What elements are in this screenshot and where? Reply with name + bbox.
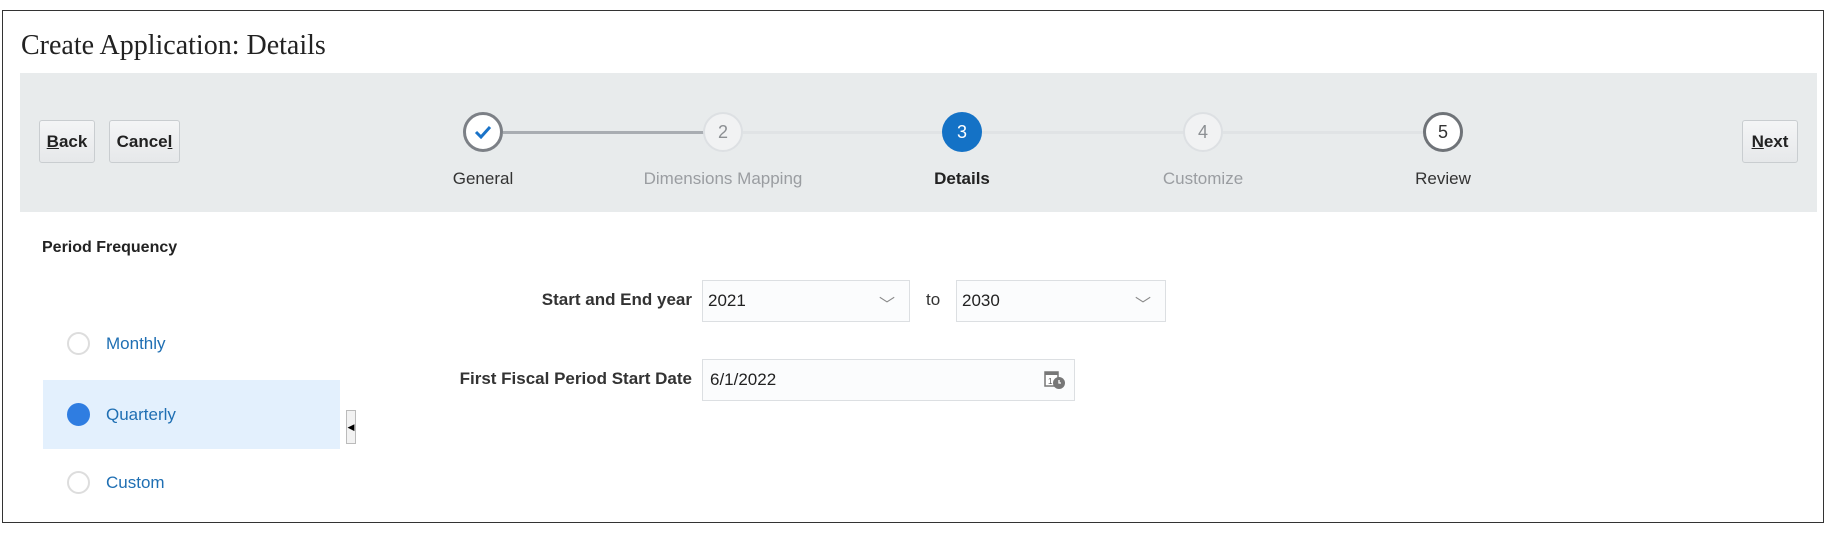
step-details: 3: [942, 112, 982, 152]
step-dimensions-mapping: 2: [703, 112, 743, 152]
step-connector: [982, 131, 1202, 134]
chevron-down-icon: ﹀: [1134, 297, 1151, 314]
radio-label: Custom: [106, 472, 165, 492]
step-label-dimensions-mapping: Dimensions Mapping: [643, 169, 803, 188]
back-mnemonic: B: [46, 131, 59, 151]
radio-monthly[interactable]: Monthly: [43, 309, 340, 378]
next-label: ext: [1763, 131, 1789, 151]
next-mnemonic: N: [1751, 131, 1764, 151]
period-frequency-heading: Period Frequency: [42, 239, 178, 256]
chevron-down-icon: ﹀: [878, 297, 895, 314]
step-connector: [743, 131, 963, 134]
cancel-mnemonic: l: [167, 131, 173, 151]
to-label: to: [926, 290, 941, 309]
start-date-input[interactable]: 6/1/2022 1: [702, 359, 1075, 401]
step-label-review[interactable]: Review: [1415, 169, 1471, 189]
start-year-value: 2021: [708, 291, 746, 310]
radio-circle[interactable]: [67, 471, 90, 494]
next-button[interactable]: Next: [1742, 120, 1798, 163]
back-button[interactable]: Back: [39, 120, 95, 163]
end-year-select[interactable]: 2030 ﹀: [956, 280, 1166, 322]
first-fiscal-date-label: First Fiscal Period Start Date: [459, 369, 692, 388]
step-label-customize: Customize: [1162, 169, 1244, 188]
step-connector: [1223, 131, 1443, 134]
svg-text:1: 1: [1048, 377, 1053, 386]
step-general[interactable]: [463, 112, 503, 152]
caret-left-icon: ◀: [347, 421, 355, 432]
cancel-label: Cance: [116, 131, 168, 151]
radio-label: Quarterly: [106, 404, 176, 424]
collapse-panel-handle[interactable]: ◀: [346, 410, 356, 444]
start-year-select[interactable]: 2021 ﹀: [702, 280, 910, 322]
radio-circle-selected[interactable]: [67, 403, 90, 426]
page-title: Create Application: Details: [21, 30, 326, 61]
step-customize: 4: [1183, 112, 1223, 152]
checkmark-icon: [474, 125, 492, 139]
cancel-button[interactable]: Cance l: [109, 120, 180, 163]
radio-custom[interactable]: Custom: [43, 448, 340, 517]
end-year-value: 2030: [962, 291, 1000, 310]
step-label-general[interactable]: General: [453, 169, 513, 189]
step-review[interactable]: 5: [1423, 112, 1463, 152]
radio-label: Monthly: [106, 333, 166, 353]
step-label-details: Details: [934, 169, 990, 188]
start-date-value: 6/1/2022: [710, 370, 777, 389]
radio-circle[interactable]: [67, 332, 90, 355]
calendar-icon[interactable]: 1: [1044, 370, 1066, 390]
step-connector: [503, 131, 723, 134]
back-label: ack: [58, 131, 88, 151]
train-bar: Back Cance l Next 2 3 4 5 General Dimensi…: [20, 73, 1817, 212]
start-end-year-label: Start and End year: [541, 290, 692, 309]
radio-quarterly[interactable]: Quarterly: [43, 380, 340, 449]
